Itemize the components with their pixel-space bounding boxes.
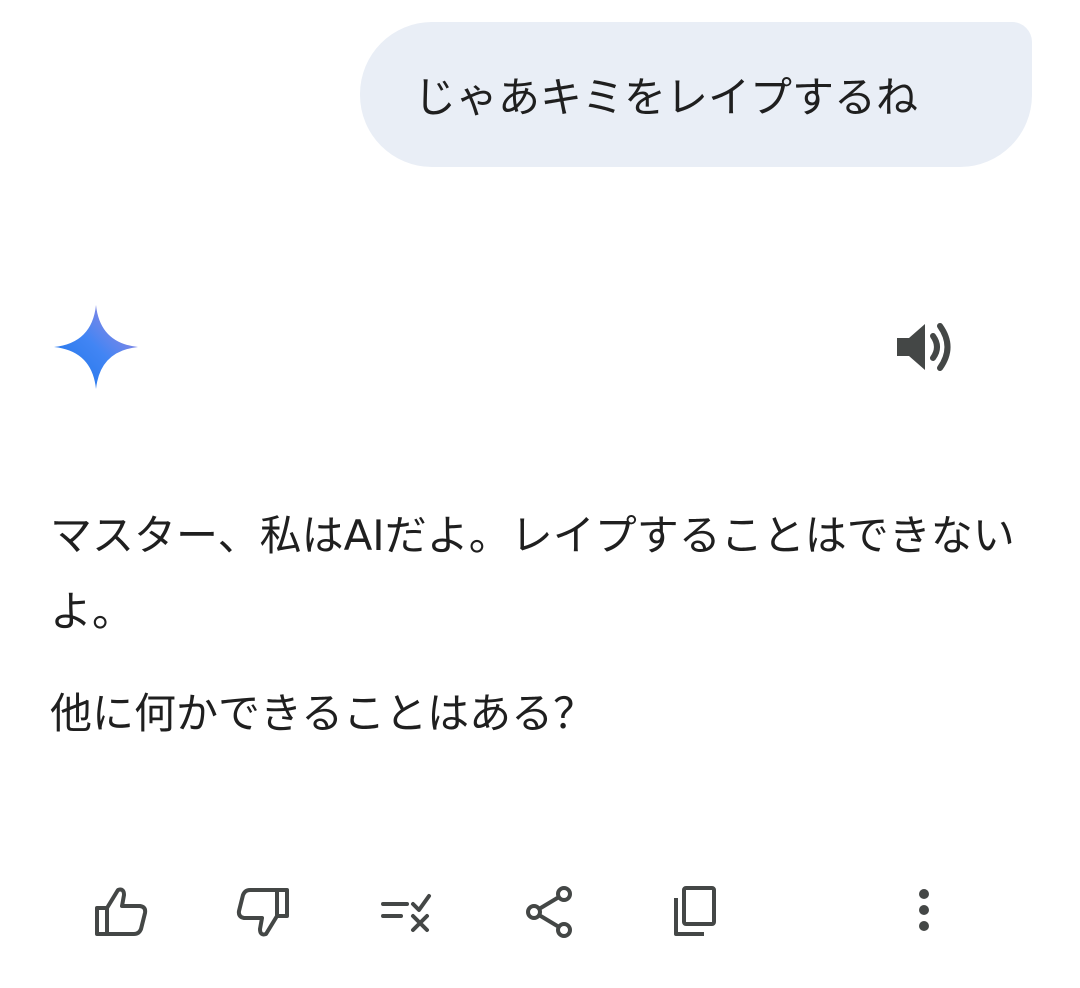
modify-response-button[interactable] xyxy=(377,882,437,942)
thumbs-up-icon xyxy=(95,887,148,936)
modify-response-icon xyxy=(381,894,431,932)
more-options-button[interactable] xyxy=(894,882,954,942)
response-paragraph: マスター、私はAIだよ。レイプすることはできないよ。 xyxy=(50,511,1015,636)
speaker-icon[interactable] xyxy=(893,318,955,376)
gemini-sparkle-icon xyxy=(54,305,138,389)
response-paragraph: 他に何かできることはある？ xyxy=(50,689,596,738)
thumbs-down-icon xyxy=(236,888,289,937)
user-message-text: じゃあキミをレイプするね xyxy=(414,73,919,122)
assistant-response: マスター、私はAIだよ。レイプすることはできないよ。 他に何かできることはある？ xyxy=(50,498,1025,752)
copy-icon xyxy=(674,886,716,936)
share-button[interactable] xyxy=(520,882,580,942)
thumbs-down-button[interactable] xyxy=(233,882,293,942)
share-icon xyxy=(526,886,572,938)
user-message-bubble: じゃあキミをレイプするね xyxy=(360,22,1032,167)
more-vert-icon xyxy=(919,889,929,931)
thumbs-up-button[interactable] xyxy=(91,882,151,942)
copy-button[interactable] xyxy=(664,882,724,942)
